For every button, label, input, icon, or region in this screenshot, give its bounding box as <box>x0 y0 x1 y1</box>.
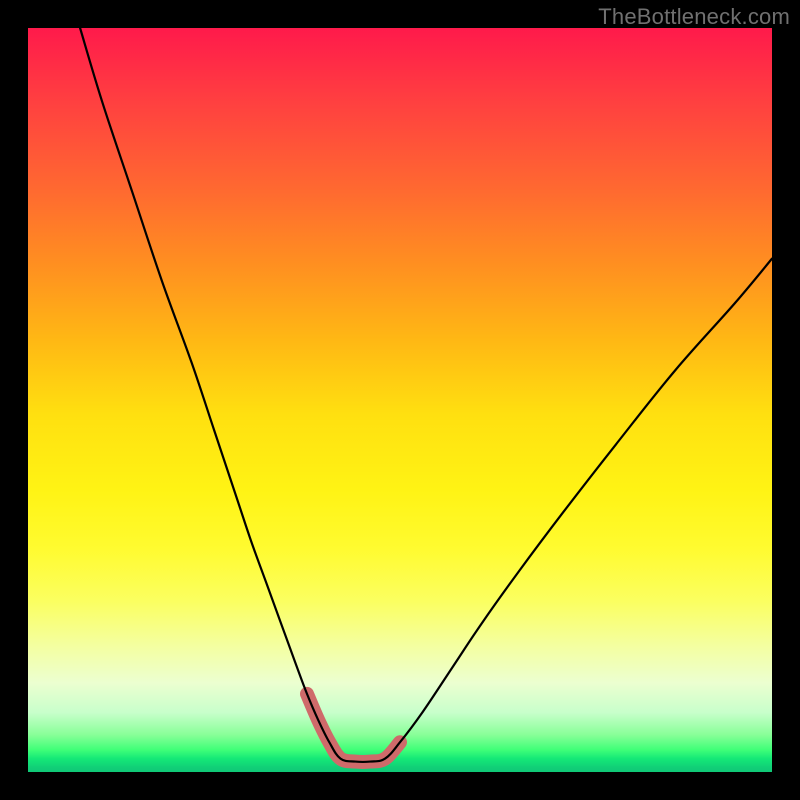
watermark-text: TheBottleneck.com <box>598 4 790 30</box>
curve-svg <box>28 28 772 772</box>
bottleneck-curve <box>80 28 772 762</box>
chart-frame: TheBottleneck.com <box>0 0 800 800</box>
plot-area <box>28 28 772 772</box>
